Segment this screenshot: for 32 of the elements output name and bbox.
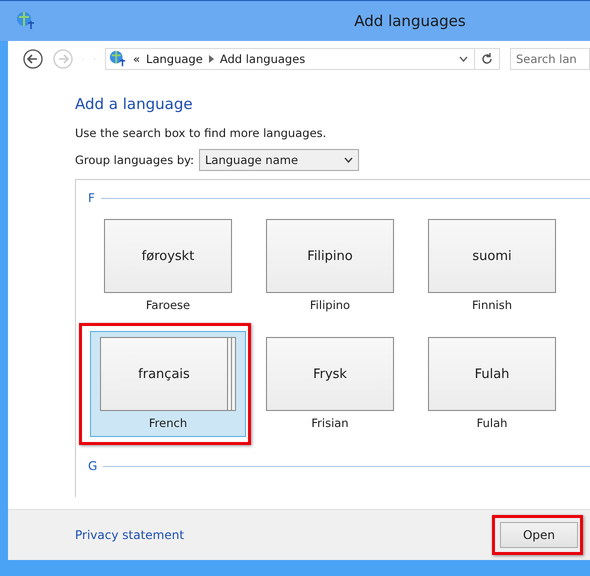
language-item[interactable]: Fulah Fulah <box>414 331 570 437</box>
language-tile: Fulah <box>428 337 556 411</box>
group-by-label: Group languages by: <box>75 153 194 167</box>
open-button[interactable]: Open <box>500 522 578 548</box>
language-tile: Frysk <box>266 337 394 411</box>
search-field[interactable]: Search lan <box>510 48 590 70</box>
page-heading: Add a language <box>75 95 194 113</box>
group-letter: G <box>88 459 98 473</box>
language-item[interactable]: suomi Finnish <box>414 213 570 319</box>
address-bar[interactable]: « Language Add languages <box>105 48 500 70</box>
group-letter: F <box>88 191 95 205</box>
overflow-chevron[interactable]: « <box>133 52 140 66</box>
globe-icon <box>109 50 127 68</box>
language-tile: suomi <box>428 219 556 293</box>
language-item[interactable]: Filipino Filipino <box>252 213 408 319</box>
breadcrumb[interactable]: Language <box>146 52 203 66</box>
chevron-icon[interactable] <box>208 55 214 63</box>
refresh-icon[interactable] <box>481 53 493 65</box>
language-item[interactable]: français French <box>90 331 246 437</box>
group-by-dropdown[interactable]: Language name <box>199 149 359 171</box>
privacy-link[interactable]: Privacy statement <box>75 528 184 542</box>
back-button[interactable] <box>23 48 43 70</box>
language-tile: føroyskt <box>104 219 232 293</box>
globe-icon <box>16 11 36 31</box>
chevron-down-icon[interactable] <box>459 56 468 62</box>
window-title: Add languages <box>353 12 467 30</box>
breadcrumb[interactable]: Add languages <box>220 52 306 66</box>
language-tile: Filipino <box>266 219 394 293</box>
hint-text: Use the search box to find more languages. <box>75 126 328 140</box>
language-item[interactable]: Frysk Frisian <box>252 331 408 437</box>
chevron-down-icon[interactable] <box>344 157 353 163</box>
language-item[interactable]: føroyskt Faroese <box>90 213 246 319</box>
